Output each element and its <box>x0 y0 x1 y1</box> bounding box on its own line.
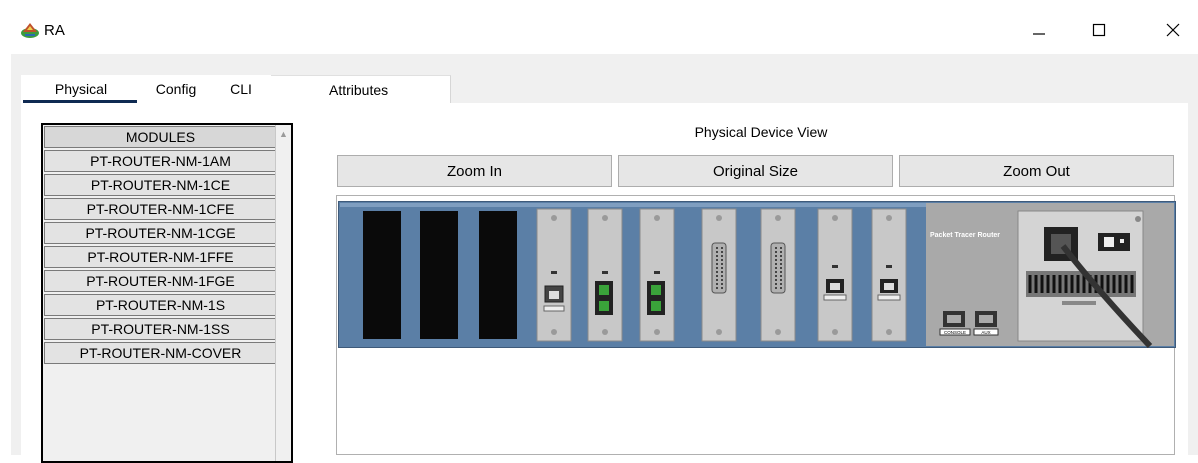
close-button[interactable] <box>1150 14 1196 46</box>
modules-scrollbar[interactable]: ▲ <box>275 125 291 461</box>
aux-port-label: AUX <box>981 330 990 335</box>
modules-items: MODULES PT-ROUTER-NM-1AM PT-ROUTER-NM-1C… <box>44 126 277 366</box>
tab-config[interactable]: Config <box>141 75 211 103</box>
module-item[interactable]: PT-ROUTER-NM-COVER <box>44 342 277 364</box>
empty-slot-3[interactable] <box>479 211 517 339</box>
window-title: RA <box>44 22 65 39</box>
aux-port[interactable]: AUX <box>973 311 999 336</box>
tab-physical[interactable]: Physical <box>21 75 141 103</box>
module-card-ethernet-2[interactable] <box>817 208 853 342</box>
module-card-fiber-1[interactable] <box>587 208 623 342</box>
module-card-serial-2[interactable] <box>760 208 796 342</box>
original-size-button[interactable]: Original Size <box>618 155 893 187</box>
physical-view-title: Physical Device View <box>694 124 828 140</box>
maximize-button[interactable] <box>1076 14 1122 46</box>
tab-cli-label: CLI <box>230 81 252 97</box>
zoom-out-button[interactable]: Zoom Out <box>899 155 1174 187</box>
tab-config-label: Config <box>155 81 197 97</box>
module-item[interactable]: PT-ROUTER-NM-1FGE <box>44 270 277 292</box>
tab-cli[interactable]: CLI <box>211 75 271 103</box>
physical-panel: MODULES PT-ROUTER-NM-1AM PT-ROUTER-NM-1C… <box>21 103 1188 463</box>
tab-attributes-label: Attributes <box>329 81 389 98</box>
client-area: Physical Config CLI Attributes MODULES P… <box>11 54 1198 463</box>
module-item[interactable]: PT-ROUTER-NM-1FFE <box>44 246 277 268</box>
module-item[interactable]: PT-ROUTER-NM-1SS <box>44 318 277 340</box>
module-item[interactable]: PT-ROUTER-NM-1CFE <box>44 198 277 220</box>
minimize-icon <box>1033 33 1045 35</box>
empty-slot-2[interactable] <box>420 211 458 339</box>
module-card-serial-1[interactable] <box>701 208 737 342</box>
router-device-image: Packet Tracer Router CONSOLE AUX <box>338 201 1176 348</box>
modules-header: MODULES <box>44 126 277 148</box>
close-icon <box>1166 23 1180 37</box>
module-item[interactable]: PT-ROUTER-NM-1S <box>44 294 277 316</box>
maximize-icon <box>1092 23 1106 37</box>
title-bar: RA <box>0 0 1198 54</box>
module-card-ethernet-3[interactable] <box>871 208 907 342</box>
module-item[interactable]: PT-ROUTER-NM-1CGE <box>44 222 277 244</box>
module-item[interactable]: PT-ROUTER-NM-1CE <box>44 174 277 196</box>
tab-attributes[interactable]: Attributes <box>271 75 451 103</box>
tab-physical-label: Physical <box>54 81 108 97</box>
physical-device-view: Packet Tracer Router CONSOLE AUX <box>336 195 1176 455</box>
zoom-in-button[interactable]: Zoom In <box>337 155 612 187</box>
device-brand-label: Packet Tracer Router <box>930 232 1000 239</box>
minimize-button[interactable] <box>1016 14 1062 46</box>
console-port-label: CONSOLE <box>944 330 966 335</box>
module-item[interactable]: PT-ROUTER-NM-1AM <box>44 150 277 172</box>
module-card-ethernet[interactable] <box>536 208 572 342</box>
router-app-icon <box>21 23 39 38</box>
scroll-up-icon[interactable]: ▲ <box>279 129 288 139</box>
modules-list[interactable]: MODULES PT-ROUTER-NM-1AM PT-ROUTER-NM-1C… <box>41 123 293 463</box>
empty-slot-1[interactable] <box>363 211 401 339</box>
module-card-fiber-2[interactable] <box>639 208 675 342</box>
